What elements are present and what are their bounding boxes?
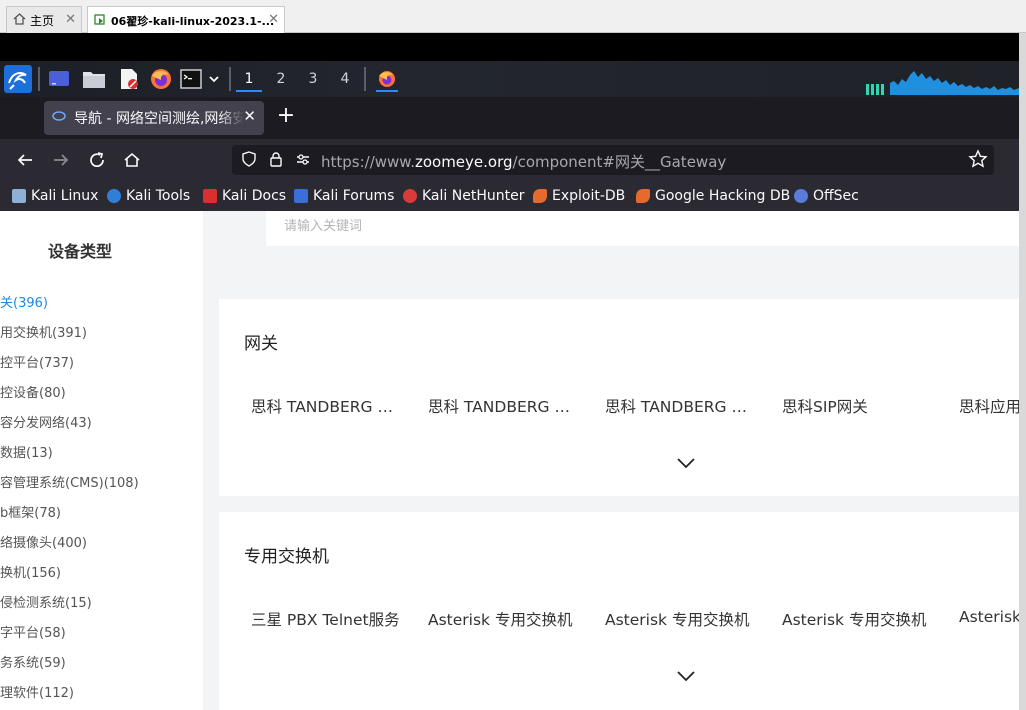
- panel-separator: [229, 67, 231, 91]
- host-tab-bar: 主页 ✕ 06翟珍-kali-linux-2023.1-... ✕: [0, 0, 1026, 34]
- close-icon[interactable]: ✕: [243, 107, 256, 125]
- component-item[interactable]: Asterisk 专用交换机: [428, 608, 578, 630]
- vm-icon: [94, 13, 107, 29]
- permissions-icon[interactable]: [294, 151, 312, 169]
- lock-icon[interactable]: [267, 151, 285, 169]
- component-item[interactable]: Asterisk 专用交换机: [782, 608, 932, 630]
- browser-tab-strip: 导航 - 网络空间测绘,网络安全 ✕ +: [0, 97, 1019, 139]
- kali-menu-icon[interactable]: [4, 65, 32, 93]
- category-item[interactable]: 理软件(112): [0, 682, 74, 701]
- section-card-gateway: 网关 思科 TANDBERG 网关 思科 TANDBERG 网关 思科 TAND…: [219, 299, 1019, 496]
- section-title: 专用交换机: [244, 547, 329, 567]
- bookmark-kali-linux[interactable]: Kali Linux: [12, 187, 98, 205]
- panel-separator: [364, 67, 366, 91]
- bookmark-star-icon[interactable]: [968, 149, 988, 174]
- bookmark-kali-forums[interactable]: Kali Forums: [294, 187, 394, 205]
- terminal-icon[interactable]: [180, 68, 202, 90]
- network-monitor-graph: [866, 71, 1019, 95]
- chevron-down-icon[interactable]: [207, 68, 221, 90]
- bookmark-exploit-db[interactable]: Exploit-DB: [533, 187, 625, 205]
- desktop-icon[interactable]: [48, 68, 70, 90]
- category-item[interactable]: 控设备(80): [0, 382, 66, 401]
- category-item[interactable]: 数据(13): [0, 442, 53, 461]
- zoomeye-favicon-icon: [52, 109, 66, 127]
- url-text[interactable]: https://www.zoomeye.org/component#网关__Ga…: [321, 151, 726, 172]
- category-item[interactable]: 用交换机(391): [0, 322, 87, 341]
- new-tab-button[interactable]: +: [274, 103, 298, 128]
- category-item[interactable]: 侵检测系统(15): [0, 592, 92, 611]
- component-item[interactable]: 三星 PBX Telnet服务: [251, 608, 401, 630]
- file-manager-icon[interactable]: [82, 68, 105, 90]
- kali-linux-icon: [12, 189, 26, 203]
- ghdb-icon: [636, 189, 650, 203]
- section-title: 网关: [244, 334, 278, 354]
- close-icon[interactable]: ✕: [268, 12, 279, 27]
- navigation-toolbar: https://www.zoomeye.org/component#网关__Ga…: [0, 139, 1019, 181]
- category-item[interactable]: 容分发网络(43): [0, 412, 92, 431]
- bookmark-offsec[interactable]: OffSec: [794, 187, 859, 205]
- category-item[interactable]: 容管理系统(CMS)(108): [0, 472, 139, 491]
- page-content: 设备类型 关(396) 用交换机(391) 控平台(737) 控设备(80) 容…: [0, 211, 1019, 710]
- workspace-2[interactable]: 2: [268, 66, 294, 92]
- component-item[interactable]: 思科SIP网关: [782, 395, 932, 417]
- component-item[interactable]: 思科 TANDBERG 网关: [605, 395, 755, 417]
- text-editor-icon[interactable]: [118, 68, 140, 90]
- category-item[interactable]: 字平台(58): [0, 622, 66, 641]
- search-placeholder: 请输入关键词: [284, 219, 363, 234]
- category-item[interactable]: b框架(78): [0, 502, 61, 521]
- workspace-4[interactable]: 4: [332, 66, 358, 92]
- host-tab-home[interactable]: 主页 ✕: [6, 6, 82, 33]
- category-sidebar: 设备类型 关(396) 用交换机(391) 控平台(737) 控设备(80) 容…: [0, 211, 203, 710]
- keyword-search-input[interactable]: 请输入关键词: [266, 211, 1019, 246]
- bookmark-kali-nethunter[interactable]: Kali NetHunter: [403, 187, 524, 205]
- url-bar[interactable]: https://www.zoomeye.org/component#网关__Ga…: [232, 145, 994, 175]
- category-item[interactable]: 控平台(737): [0, 352, 74, 371]
- home-button[interactable]: [120, 148, 144, 172]
- category-item[interactable]: 务系统(59): [0, 652, 66, 671]
- reload-button[interactable]: [85, 148, 109, 172]
- bookmark-kali-tools[interactable]: Kali Tools: [107, 187, 190, 205]
- close-icon[interactable]: ✕: [65, 12, 76, 27]
- workspace-3[interactable]: 3: [300, 66, 326, 92]
- workspace-1[interactable]: 1: [236, 66, 262, 92]
- chevron-down-icon[interactable]: [676, 457, 696, 469]
- chevron-down-icon[interactable]: [676, 670, 696, 682]
- back-button[interactable]: [13, 148, 37, 172]
- browser-tab-title: 导航 - 网络空间测绘,网络安全: [74, 111, 244, 127]
- host-tab-vm[interactable]: 06翟珍-kali-linux-2023.1-... ✕: [87, 6, 285, 34]
- bookmark-kali-docs[interactable]: Kali Docs: [203, 187, 286, 205]
- firefox-window-button[interactable]: [376, 66, 398, 92]
- home-icon: [13, 12, 26, 28]
- offsec-icon: [794, 189, 808, 203]
- kali-forums-icon: [294, 189, 308, 203]
- component-item[interactable]: Asterisk 专用交换机: [605, 608, 755, 630]
- kali-tools-icon: [107, 189, 121, 203]
- category-item[interactable]: 关(396): [0, 292, 48, 311]
- shield-icon[interactable]: [240, 151, 258, 169]
- kali-panel: 1 2 3 4: [0, 61, 1019, 97]
- panel-separator: [38, 67, 40, 91]
- exploit-db-icon: [533, 189, 547, 203]
- host-tab-label: 主页: [30, 13, 55, 28]
- kali-docs-icon: [203, 189, 217, 203]
- bookmarks-toolbar: Kali Linux Kali Tools Kali Docs Kali For…: [0, 181, 1019, 211]
- sidebar-title: 设备类型: [48, 242, 113, 261]
- component-item[interactable]: 思科应用: [959, 395, 1019, 417]
- browser-tab[interactable]: 导航 - 网络空间测绘,网络安全 ✕: [44, 101, 264, 135]
- host-tab-label: 06翟珍-kali-linux-2023.1-...: [111, 14, 275, 28]
- section-card-pbx: 专用交换机 三星 PBX Telnet服务 Asterisk 专用交换机 Ast…: [219, 512, 1019, 710]
- category-item[interactable]: 换机(156): [0, 562, 61, 581]
- category-item[interactable]: 络摄像头(400): [0, 532, 87, 551]
- firefox-icon[interactable]: [150, 68, 172, 90]
- vm-toolbar: [0, 33, 1019, 61]
- component-item[interactable]: 思科 TANDBERG 网关: [251, 395, 401, 417]
- component-item[interactable]: 思科 TANDBERG 网关: [428, 395, 578, 417]
- bookmark-google-hacking-db[interactable]: Google Hacking DB: [636, 187, 790, 205]
- vm-frame: [1019, 33, 1026, 710]
- forward-button[interactable]: [49, 148, 73, 172]
- kali-nethunter-icon: [403, 189, 417, 203]
- component-item[interactable]: Asterisk: [959, 608, 1019, 626]
